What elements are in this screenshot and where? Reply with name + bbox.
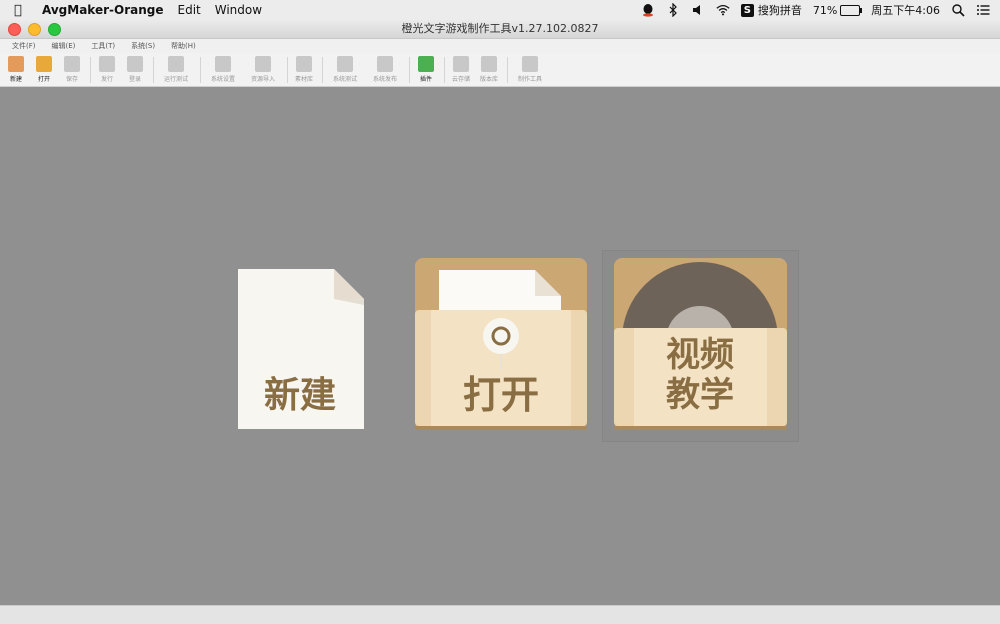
toolbar-label: 素材库	[294, 76, 313, 83]
toolbar: 新建 打开 保存 发行 登录 运行测试 系统设置 资源导入 素材库 系统测试 系统发布 插件 云存储 版本…	[0, 53, 1000, 87]
toolbar-separator	[200, 57, 201, 83]
publish-icon	[99, 56, 115, 72]
toolbar-separator	[153, 57, 154, 83]
toolbar-label: 打开	[37, 76, 50, 83]
new-project-label: 新建	[264, 375, 336, 416]
volume-icon[interactable]	[691, 3, 705, 17]
app-menubar: 文件(F) 编辑(E) 工具(T) 系统(S) 帮助(H)	[0, 39, 1000, 53]
toolbar-button-new-file[interactable]: 新建	[3, 53, 29, 86]
status-bar	[0, 605, 1000, 624]
qq-icon[interactable]	[641, 3, 655, 17]
toolbar-separator	[507, 57, 508, 83]
toolbar-separator	[322, 57, 323, 83]
open-project-tile[interactable]: 打开	[415, 258, 587, 430]
wifi-icon[interactable]	[716, 3, 730, 17]
clock[interactable]: 周五下午4:06	[871, 2, 940, 18]
input-method-menu[interactable]: S 搜狗拼音	[740, 2, 802, 18]
toolbar-label: 系统测试	[332, 76, 357, 83]
battery-menu[interactable]: 71%	[812, 3, 863, 17]
toolbar-label: 云存储	[451, 76, 470, 83]
version-icon	[481, 56, 497, 72]
toolbar-label: 制作工具	[517, 76, 542, 83]
toolbar-label: 系统发布	[372, 76, 397, 83]
run-test-icon	[168, 56, 184, 72]
toolbar-label: 发行	[100, 76, 113, 83]
open-folder-icon	[36, 56, 52, 72]
toolbar-button-settings[interactable]: 系统设置	[204, 53, 242, 86]
new-project-tile[interactable]: 新建	[238, 269, 364, 429]
toolbar-button-plugin[interactable]: 插件	[413, 53, 439, 86]
input-method-label: 搜狗拼音	[757, 4, 802, 17]
import-icon	[255, 56, 271, 72]
window-controls	[8, 23, 61, 36]
toolbar-label: 登录	[128, 76, 141, 83]
close-button[interactable]	[8, 23, 21, 36]
toolbar-separator	[444, 57, 445, 83]
toolbar-label: 新建	[9, 76, 22, 83]
toolbar-button-open-folder[interactable]: 打开	[31, 53, 57, 86]
toolbar-separator	[287, 57, 288, 83]
sogou-icon: S	[740, 3, 754, 17]
toolbar-button-system-test[interactable]: 系统测试	[326, 53, 364, 86]
material-icon	[296, 56, 312, 72]
battery-percent: 71%	[812, 3, 838, 17]
plugin-icon	[418, 56, 434, 72]
video-label-line2: 教学	[666, 375, 734, 415]
minimize-button[interactable]	[28, 23, 41, 36]
toolbar-separator	[409, 57, 410, 83]
toolbar-label: 保存	[65, 76, 78, 83]
video-tutorial-tile[interactable]: 视频 教学	[614, 258, 787, 430]
status-area: S 搜狗拼音 71% 周五下午4:06	[641, 0, 990, 20]
menu-file[interactable]: 文件(F)	[12, 41, 36, 51]
menu-system[interactable]: 系统(S)	[131, 41, 155, 51]
battery-icon	[840, 4, 863, 16]
system-publish-icon	[377, 56, 393, 72]
toolbar-button-version[interactable]: 版本库	[476, 53, 502, 86]
toolbar-button-tools[interactable]: 制作工具	[511, 53, 549, 86]
spotlight-search-icon[interactable]	[951, 3, 965, 17]
toolbar-label: 插件	[419, 76, 432, 83]
toolbar-button-material[interactable]: 素材库	[291, 53, 317, 86]
toolbar-label: 系统设置	[210, 76, 235, 83]
pin-icon	[483, 318, 519, 354]
toolbar-separator	[90, 57, 91, 83]
system-test-icon	[337, 56, 353, 72]
toolbar-button-publish[interactable]: 发行	[94, 53, 120, 86]
window-menu[interactable]: Window	[215, 3, 262, 17]
open-project-label: 打开	[463, 373, 539, 417]
toolbar-button-run-test[interactable]: 运行测试	[157, 53, 195, 86]
menu-tools[interactable]: 工具(T)	[91, 41, 115, 51]
edit-menu[interactable]: Edit	[178, 3, 201, 17]
login-icon	[127, 56, 143, 72]
toolbar-button-system-publish[interactable]: 系统发布	[366, 53, 404, 86]
apple-menu-icon[interactable]: 	[14, 3, 28, 18]
zoom-button[interactable]	[48, 23, 61, 36]
bluetooth-icon[interactable]	[666, 3, 680, 17]
toolbar-button-cloud[interactable]: 云存储	[448, 53, 474, 86]
app-name-menu[interactable]: AvgMaker-Orange	[42, 3, 164, 17]
save-icon	[64, 56, 80, 72]
system-menubar:  AvgMaker-Orange Edit Window S 搜狗拼音 71%…	[0, 0, 1000, 20]
start-canvas: 新建 打开 视频 教学	[0, 87, 1000, 605]
new-file-icon	[8, 56, 24, 72]
toolbar-button-save[interactable]: 保存	[59, 53, 85, 86]
menu-edit[interactable]: 编辑(E)	[52, 41, 76, 51]
toolbar-label: 版本库	[479, 76, 498, 83]
toolbar-label: 资源导入	[250, 76, 275, 83]
toolbar-button-import[interactable]: 资源导入	[244, 53, 282, 86]
menu-help[interactable]: 帮助(H)	[171, 41, 196, 51]
settings-icon	[215, 56, 231, 72]
toolbar-button-login[interactable]: 登录	[122, 53, 148, 86]
notification-center-icon[interactable]	[976, 3, 990, 17]
tools-icon	[522, 56, 538, 72]
cloud-icon	[453, 56, 469, 72]
window-title: 橙光文字游戏制作工具v1.27.102.0827	[401, 22, 599, 35]
toolbar-label: 运行测试	[163, 76, 188, 83]
video-label-line1: 视频	[666, 335, 734, 375]
window-titlebar[interactable]: 橙光文字游戏制作工具v1.27.102.0827	[0, 20, 1000, 39]
